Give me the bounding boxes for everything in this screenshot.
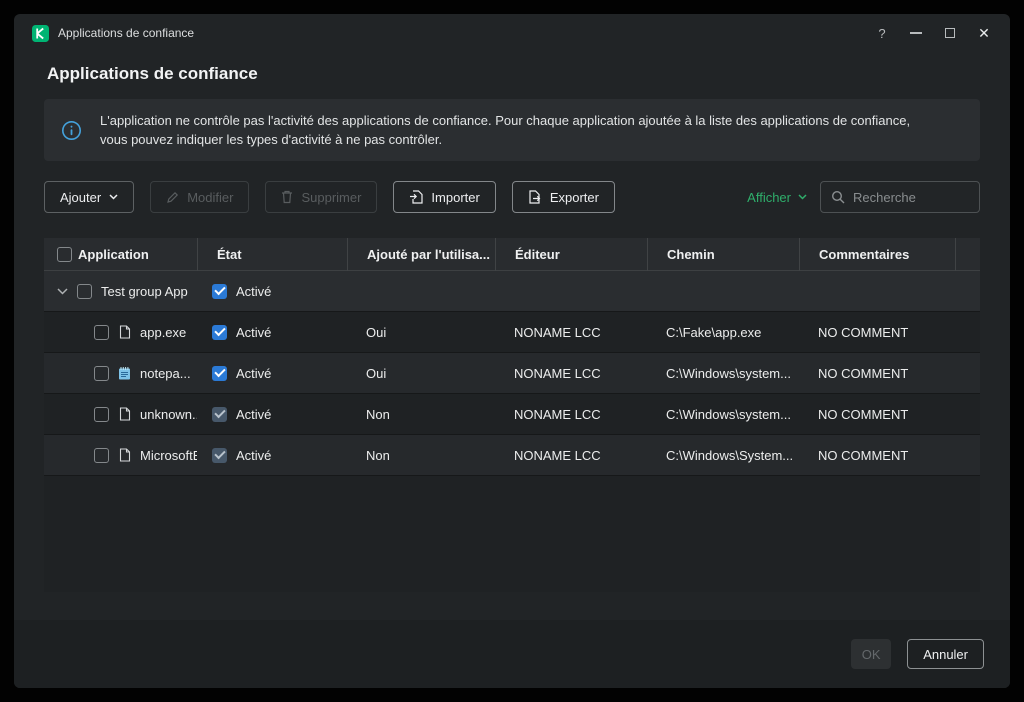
trash-icon (281, 190, 293, 204)
delete-button[interactable]: Supprimer (265, 181, 377, 213)
dialog-footer: OK Annuler (14, 620, 1010, 688)
state-label: Activé (236, 407, 271, 422)
column-header-added-by-user[interactable]: Ajouté par l'utilisa... (347, 238, 495, 271)
export-button-label: Exporter (550, 190, 599, 205)
publisher-cell: NONAME LCC (495, 325, 647, 340)
added-by-user-cell: Non (347, 407, 495, 422)
row-select-checkbox[interactable] (94, 407, 109, 422)
search-icon (831, 190, 845, 204)
info-icon (61, 120, 82, 141)
table-row[interactable]: app.exe Activé Oui NONAME LCC C:\Fake\ap… (44, 312, 980, 353)
table-row[interactable]: notepa... Activé Oui NONAME LCC C:\Windo… (44, 353, 980, 394)
comment-cell: NO COMMENT (799, 407, 955, 422)
toolbar: Ajouter Modifier Supprimer Importer Expo… (44, 181, 980, 213)
cancel-button[interactable]: Annuler (907, 639, 984, 669)
file-icon (118, 448, 131, 462)
window-controls: ? ✕ (865, 14, 1001, 52)
comment-cell: NO COMMENT (799, 448, 955, 463)
trusted-applications-window: Applications de confiance ? ✕ Applicatio… (14, 14, 1010, 688)
state-label: Activé (236, 448, 271, 463)
export-button[interactable]: Exporter (512, 181, 615, 213)
edit-button-label: Modifier (187, 190, 233, 205)
delete-button-label: Supprimer (301, 190, 361, 205)
add-button-label: Ajouter (60, 190, 101, 205)
group-state-label: Activé (236, 284, 271, 299)
group-select-checkbox[interactable] (77, 284, 92, 299)
publisher-cell: NONAME LCC (495, 407, 647, 422)
add-button[interactable]: Ajouter (44, 181, 134, 213)
group-state-checkbox[interactable] (212, 284, 227, 299)
file-icon (118, 407, 131, 421)
collapse-chevron-icon[interactable] (57, 288, 68, 295)
column-header-application[interactable]: Application (72, 238, 197, 271)
column-header-spacer (955, 238, 980, 271)
maximize-button[interactable] (933, 14, 967, 52)
column-header-publisher[interactable]: Éditeur (495, 238, 647, 271)
group-row[interactable]: Test group App Activé (44, 271, 980, 312)
path-cell: C:\Fake\app.exe (647, 325, 799, 340)
column-header-path[interactable]: Chemin (647, 238, 799, 271)
chevron-down-icon (109, 194, 118, 200)
comment-cell: NO COMMENT (799, 366, 955, 381)
page-title: Applications de confiance (47, 64, 1010, 84)
state-checkbox[interactable] (212, 407, 227, 422)
state-checkbox[interactable] (212, 366, 227, 381)
state-label: Activé (236, 325, 271, 340)
export-icon (528, 190, 542, 204)
app-name: unknown.... (140, 407, 197, 422)
row-select-checkbox[interactable] (94, 448, 109, 463)
state-checkbox[interactable] (212, 448, 227, 463)
state-checkbox[interactable] (212, 325, 227, 340)
added-by-user-cell: Oui (347, 366, 495, 381)
window-title: Applications de confiance (58, 26, 194, 40)
notepad-icon (118, 366, 131, 380)
row-select-checkbox[interactable] (94, 325, 109, 340)
pencil-icon (166, 191, 179, 204)
minimize-button[interactable] (899, 14, 933, 52)
show-filter-label: Afficher (747, 190, 791, 205)
table-row[interactable]: MicrosoftE... Activé Non NONAME LCC C:\W… (44, 435, 980, 476)
trusted-apps-table: Application État Ajouté par l'utilisa...… (44, 238, 980, 592)
ok-button[interactable]: OK (851, 639, 891, 669)
import-button-label: Importer (431, 190, 479, 205)
row-select-checkbox[interactable] (94, 366, 109, 381)
import-button[interactable]: Importer (393, 181, 495, 213)
column-header-state[interactable]: État (197, 238, 347, 271)
maximize-icon (945, 28, 955, 38)
path-cell: C:\Windows\System... (647, 448, 799, 463)
app-name: MicrosoftE... (140, 448, 197, 463)
path-cell: C:\Windows\system... (647, 407, 799, 422)
added-by-user-cell: Oui (347, 325, 495, 340)
select-all-checkbox[interactable] (57, 247, 72, 262)
help-button[interactable]: ? (865, 14, 899, 52)
import-icon (409, 190, 423, 204)
info-banner-text: L'application ne contrôle pas l'activité… (100, 111, 932, 149)
table-row[interactable]: unknown.... Activé Non NONAME LCC C:\Win… (44, 394, 980, 435)
search-input[interactable] (853, 190, 969, 205)
kaspersky-logo-icon (32, 25, 49, 42)
app-name: notepa... (140, 366, 191, 381)
added-by-user-cell: Non (347, 448, 495, 463)
group-name: Test group App (101, 284, 188, 299)
close-button[interactable]: ✕ (967, 14, 1001, 52)
chevron-down-icon (798, 194, 807, 200)
file-icon (118, 325, 131, 339)
path-cell: C:\Windows\system... (647, 366, 799, 381)
comment-cell: NO COMMENT (799, 325, 955, 340)
search-box (820, 181, 980, 213)
column-header-comments[interactable]: Commentaires (799, 238, 955, 271)
publisher-cell: NONAME LCC (495, 448, 647, 463)
info-banner: L'application ne contrôle pas l'activité… (44, 99, 980, 161)
state-label: Activé (236, 366, 271, 381)
show-filter-link[interactable]: Afficher (747, 190, 807, 205)
publisher-cell: NONAME LCC (495, 366, 647, 381)
titlebar: Applications de confiance ? ✕ (14, 14, 1010, 52)
edit-button[interactable]: Modifier (150, 181, 249, 213)
minimize-icon (910, 32, 922, 34)
app-name: app.exe (140, 325, 186, 340)
table-header-row: Application État Ajouté par l'utilisa...… (44, 238, 980, 271)
